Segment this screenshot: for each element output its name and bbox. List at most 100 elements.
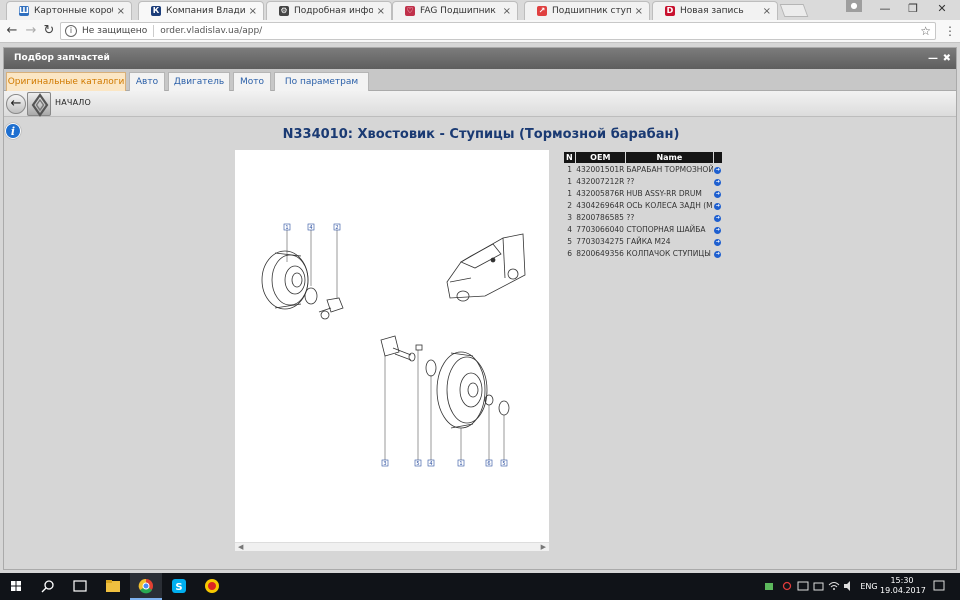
tab-close-icon[interactable]: ×	[763, 6, 771, 17]
details-icon[interactable]: ➜	[714, 203, 722, 210]
tray-volume-icon[interactable]	[842, 573, 856, 600]
tab-original-catalogs[interactable]: Оригинальные каталоги	[6, 72, 126, 92]
tab-close-icon[interactable]: ×	[503, 6, 511, 17]
callout-5b[interactable]: 5	[500, 459, 508, 467]
close-panel-icon[interactable]: ✖	[943, 48, 951, 69]
search-icon[interactable]	[32, 573, 64, 600]
callout-4b[interactable]: 4	[427, 459, 435, 467]
tray-battery-icon[interactable]	[812, 573, 826, 600]
callout-4[interactable]: 4	[307, 223, 315, 231]
tab-auto[interactable]: Авто	[129, 72, 165, 92]
details-icon[interactable]: ➜	[714, 227, 722, 234]
callout-3[interactable]: 3	[381, 459, 389, 467]
nut-drawing	[415, 344, 423, 351]
bookmark-star-icon[interactable]: ☆	[920, 24, 931, 38]
language-indicator[interactable]: ENG	[858, 573, 880, 600]
browser-tab[interactable]: ⚙ Подробная информаци ×	[266, 1, 392, 20]
details-icon[interactable]: ➜	[714, 167, 722, 174]
parts-diagram: 1 4 2 3 5 4 1 6 5 ◀ ▶	[235, 150, 549, 551]
callout-5[interactable]: 5	[414, 459, 422, 467]
start-button[interactable]	[0, 573, 32, 600]
tray-app-icon[interactable]	[762, 573, 776, 600]
tab-close-icon[interactable]: ×	[635, 6, 643, 17]
table-row[interactable]: 2 430426964R ОСЬ КОЛЕСА ЗАДН (М ➜	[564, 199, 722, 211]
diagram-horizontal-scrollbar[interactable]: ◀ ▶	[235, 542, 549, 551]
browser-tab[interactable]: ↗ Подшипник ступицы кол ×	[524, 1, 650, 20]
browser-tab[interactable]: Ш Картонные коробки с д ×	[6, 1, 132, 20]
tab-close-icon[interactable]: ×	[249, 6, 257, 17]
row-action-cell: ➜	[713, 199, 722, 211]
task-view-icon[interactable]	[64, 573, 96, 600]
callout-1[interactable]: 1	[283, 223, 291, 231]
app-title-bar: Подбор запчастей — ✖	[4, 48, 956, 69]
tray-monitor-icon[interactable]	[796, 573, 810, 600]
skype-icon[interactable]: S	[163, 573, 195, 600]
part-number-cell: 2	[567, 200, 572, 210]
browser-tab[interactable]: D Новая запись ×	[652, 1, 778, 20]
table-row[interactable]: 5 7703034275 ГАЙКА М24 ➜	[564, 235, 722, 247]
back-icon[interactable]: ←	[4, 23, 20, 39]
system-clock[interactable]: 15:30 19.04.2017	[880, 576, 926, 596]
breadcrumb-start[interactable]: НАЧАЛО	[55, 98, 91, 107]
tab-favicon-icon: D	[665, 6, 675, 16]
table-row[interactable]: 3 8200786585?? ➜	[564, 211, 722, 223]
tab-close-icon[interactable]: ×	[117, 6, 125, 17]
address-bar[interactable]: i Не защищено order.vladislav.ua/app/ ☆	[60, 22, 936, 40]
callout-6[interactable]: 6	[485, 459, 493, 467]
scroll-right-icon[interactable]: ▶	[541, 543, 546, 552]
url-text[interactable]: order.vladislav.ua/app/	[160, 26, 262, 36]
scroll-left-icon[interactable]: ◀	[238, 543, 243, 552]
minimize-window-button[interactable]: —	[871, 0, 899, 20]
browser-menu-icon[interactable]: ⋮	[944, 24, 956, 38]
callout-2[interactable]: 2	[333, 223, 341, 231]
details-icon[interactable]: ➜	[714, 239, 722, 246]
security-label: Не защищено	[82, 26, 148, 36]
windows-taskbar: S ENG 15:30 19.04.2017	[0, 573, 960, 600]
browser-tab[interactable]: К Компания Владислав. С ×	[138, 1, 264, 20]
close-window-button[interactable]: ✕	[928, 0, 956, 20]
details-icon[interactable]: ➜	[714, 251, 722, 258]
clock-date: 19.04.2017	[880, 586, 926, 595]
restore-window-button[interactable]: ❐	[899, 0, 927, 20]
svg-text:S: S	[175, 582, 182, 593]
site-info-icon[interactable]: i	[65, 25, 77, 37]
oem-cell: 430426964R	[576, 200, 625, 210]
1c-icon[interactable]	[196, 573, 228, 600]
renault-logo[interactable]	[27, 92, 51, 117]
table-row[interactable]: 1 432005876R HUB ASSY-RR DRUM ➜	[564, 187, 722, 199]
reload-icon[interactable]: ↻	[41, 23, 57, 39]
details-icon[interactable]: ➜	[714, 179, 722, 186]
file-explorer-icon[interactable]	[97, 573, 129, 600]
o-ring-drawing	[304, 287, 318, 305]
spindle-drawing	[326, 297, 344, 313]
browser-tab[interactable]: ♡ FAG Подшипник маточи ×	[392, 1, 518, 20]
minimize-panel-icon[interactable]: —	[928, 48, 938, 69]
table-row[interactable]: 6 8200649356 КОЛПАЧОК СТУПИЦЫ З ➜	[564, 247, 722, 259]
tab-close-icon[interactable]: ×	[377, 6, 385, 17]
column-header-name[interactable]: Name	[625, 152, 714, 163]
table-row[interactable]: 1 432007212R?? ➜	[564, 175, 722, 187]
tab-moto[interactable]: Мото	[233, 72, 271, 92]
details-icon[interactable]: ➜	[714, 191, 722, 198]
forward-icon[interactable]: →	[23, 23, 39, 39]
table-row[interactable]: 1 432001501R БАРАБАН ТОРМОЗНОЙ ➜	[564, 163, 722, 175]
new-tab-button[interactable]	[779, 4, 809, 17]
tab-by-parameters[interactable]: По параметрам	[274, 72, 369, 92]
chrome-taskbar-icon[interactable]	[130, 573, 162, 600]
details-icon[interactable]: ➜	[714, 215, 722, 222]
user-profile-icon[interactable]: ●	[846, 0, 862, 12]
callout-1b[interactable]: 1	[457, 459, 465, 467]
column-header-n[interactable]: N	[564, 152, 576, 163]
row-action-cell: ➜	[713, 247, 722, 259]
action-center-icon[interactable]	[930, 573, 948, 600]
svg-text:6: 6	[487, 461, 490, 467]
svg-text:5: 5	[416, 461, 419, 467]
tab-engine[interactable]: Двигатель	[168, 72, 230, 92]
back-arrow-icon[interactable]: ←	[6, 94, 26, 114]
table-row[interactable]: 4 7703066040 СТОПОРНАЯ ШАЙБА ➜	[564, 223, 722, 235]
tray-wifi-icon[interactable]	[827, 573, 841, 600]
tray-network-red-icon[interactable]	[780, 573, 794, 600]
breadcrumb: ← НАЧАЛО	[4, 91, 956, 117]
tab-favicon-icon: Ш	[19, 6, 29, 16]
column-header-oem[interactable]: OEM	[575, 152, 626, 163]
